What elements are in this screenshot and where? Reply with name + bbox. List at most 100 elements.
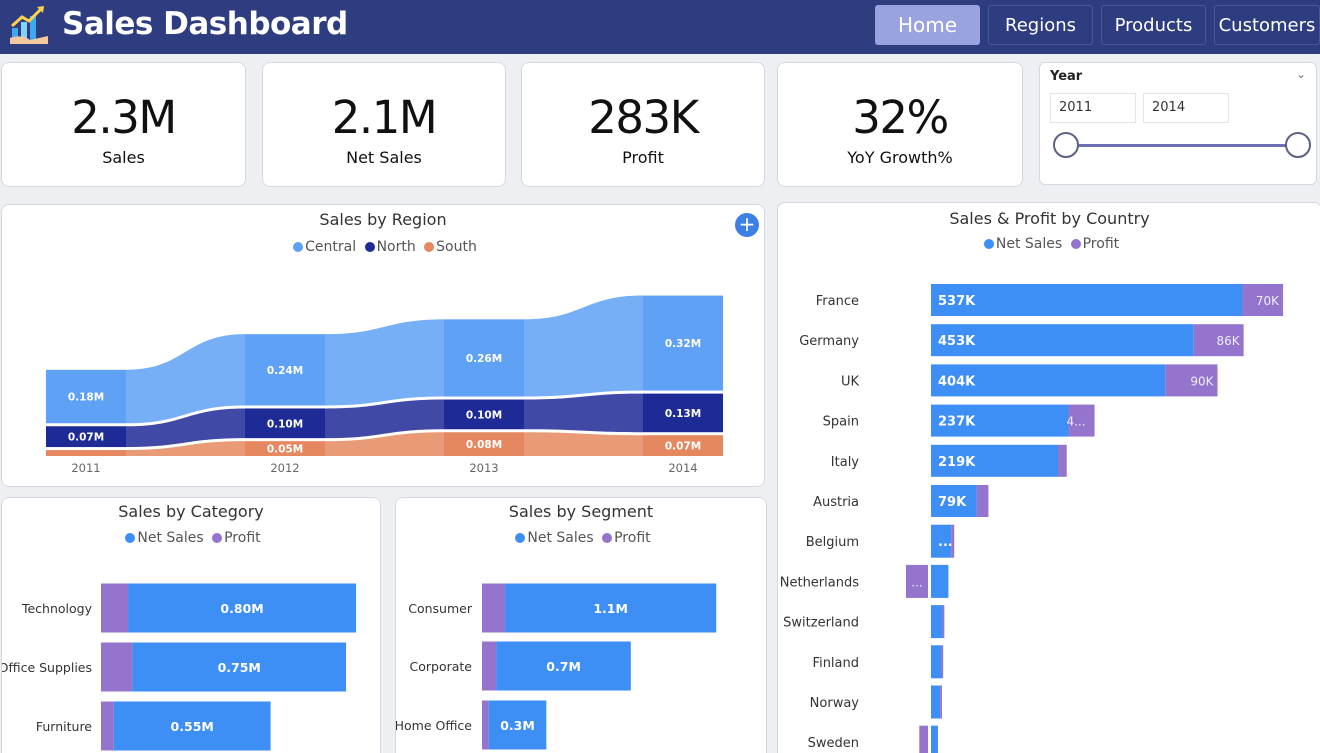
data-label: 0.07M bbox=[665, 441, 701, 453]
y-tick-label: UK bbox=[841, 374, 860, 389]
y-tick-label: Corporate bbox=[410, 659, 473, 674]
x-tick-label: 2011 bbox=[71, 461, 100, 475]
bar-net-sales-netherlands bbox=[931, 564, 949, 598]
bar-profit-belgium bbox=[951, 524, 955, 558]
x-tick-label: 2012 bbox=[270, 461, 299, 475]
y-tick-label: France bbox=[816, 294, 859, 309]
slicer-end-handle[interactable] bbox=[1285, 132, 1311, 158]
x-tick-label: 2013 bbox=[469, 461, 498, 475]
ribbon-south bbox=[524, 432, 643, 456]
nav-regions-button[interactable]: Regions bbox=[988, 5, 1093, 45]
data-label: 86K bbox=[1216, 334, 1240, 348]
slicer-title: Year bbox=[1050, 69, 1083, 84]
bar-net-sales-sweden bbox=[931, 725, 938, 753]
bar-profit-switzerland bbox=[942, 605, 945, 639]
bar-net-sales-switzerland bbox=[931, 605, 943, 639]
kpi-card-yoy-growth: 32% YoY Growth% bbox=[777, 62, 1023, 187]
bar-net-sales-norway bbox=[931, 685, 941, 719]
nav-home-button[interactable]: Home bbox=[875, 5, 980, 45]
data-label: ... bbox=[938, 535, 953, 550]
segment-bar-chart: Consumer 1.1M Corporate 0.7M Home Office 0.3M bbox=[396, 583, 717, 750]
data-label: 0.7M bbox=[546, 659, 581, 674]
kpi-label: Profit bbox=[622, 148, 664, 167]
data-label: 453K bbox=[938, 334, 976, 349]
data-label: 0.05M bbox=[267, 444, 303, 456]
y-tick-label: Furniture bbox=[36, 719, 92, 734]
data-label: 70K bbox=[1256, 294, 1280, 308]
slicer-track bbox=[1066, 144, 1298, 147]
y-tick-label: Office Supplies bbox=[2, 660, 92, 675]
bar-net-sales-finland bbox=[931, 645, 942, 679]
data-label: 404K bbox=[938, 374, 976, 389]
kpi-value: 2.1M bbox=[331, 91, 438, 144]
y-tick-label: Sweden bbox=[808, 736, 859, 751]
data-label: 4... bbox=[1066, 415, 1085, 429]
sales-by-segment-card: Sales by Segment Net Sales Profit Consum… bbox=[395, 497, 767, 753]
y-tick-label: Technology bbox=[21, 601, 93, 616]
x-tick-label: 2014 bbox=[668, 461, 697, 475]
bar-profit-home-office bbox=[482, 700, 489, 750]
kpi-label: Sales bbox=[102, 148, 145, 167]
ribbon-central bbox=[325, 319, 444, 406]
y-tick-label: Switzerland bbox=[783, 616, 859, 631]
bar-profit-technology bbox=[101, 583, 129, 633]
ribbon-central bbox=[524, 295, 643, 397]
data-label: 0.80M bbox=[220, 601, 263, 616]
year-to-input[interactable]: 2014 bbox=[1143, 93, 1229, 123]
kpi-value: 283K bbox=[588, 91, 699, 144]
bar-profit-office-supplies bbox=[101, 642, 133, 692]
kpi-label: YoY Growth% bbox=[847, 148, 953, 167]
bar-profit-furniture bbox=[101, 701, 114, 751]
data-label: 0.75M bbox=[218, 660, 261, 675]
data-label: 79K bbox=[938, 495, 967, 510]
bar-profit-consumer bbox=[482, 583, 506, 633]
y-tick-label: Netherlands bbox=[780, 575, 859, 590]
bar-profit-corporate bbox=[482, 641, 497, 691]
bar-profit-norway bbox=[940, 685, 943, 719]
data-label: 0.08M bbox=[466, 439, 502, 451]
data-label: 0.10M bbox=[466, 409, 502, 421]
data-label: 0.55M bbox=[171, 719, 214, 734]
slicer-start-handle[interactable] bbox=[1053, 132, 1079, 158]
y-tick-label: Italy bbox=[831, 455, 860, 470]
kpi-card-sales: 2.3M Sales bbox=[1, 62, 246, 187]
kpi-value: 32% bbox=[852, 91, 949, 144]
bar-profit-austria bbox=[976, 485, 989, 517]
kpi-label: Net Sales bbox=[346, 148, 422, 167]
y-tick-label: Home Office bbox=[396, 718, 472, 733]
y-tick-label: Austria bbox=[813, 495, 859, 510]
data-label: 1.1M bbox=[593, 601, 628, 616]
data-label: 219K bbox=[938, 455, 976, 470]
sales-profit-by-country-card: Sales & Profit by Country Net Sales Prof… bbox=[777, 202, 1320, 753]
kpi-card-profit: 283K Profit bbox=[521, 62, 765, 187]
bar-profit-italy bbox=[1058, 444, 1067, 477]
y-tick-label: Spain bbox=[823, 415, 859, 430]
data-label: 0.18M bbox=[68, 392, 104, 404]
ribbon-north bbox=[524, 393, 643, 433]
y-tick-label: Consumer bbox=[408, 601, 473, 616]
data-label: 0.32M bbox=[665, 338, 701, 350]
data-label: 90K bbox=[1190, 374, 1214, 388]
sales-by-region-card: Sales by Region Central North South + 0.… bbox=[1, 204, 765, 487]
data-label: 0.3M bbox=[500, 718, 535, 733]
nav-customers-button[interactable]: Customers bbox=[1214, 5, 1320, 45]
y-tick-label: Finland bbox=[813, 656, 859, 671]
nav-products-button[interactable]: Products bbox=[1101, 5, 1206, 45]
y-tick-label: Germany bbox=[799, 334, 859, 349]
app-title: Sales Dashboard bbox=[62, 6, 348, 42]
bar-profit-finland bbox=[941, 645, 944, 679]
data-label: 537K bbox=[938, 294, 976, 309]
sales-by-category-card: Sales by Category Net Sales Profit Techn… bbox=[1, 497, 381, 753]
data-label: 0.07M bbox=[68, 432, 104, 444]
growth-chart-icon bbox=[10, 6, 48, 44]
year-from-input[interactable]: 2011 bbox=[1050, 93, 1136, 123]
y-tick-label: Norway bbox=[810, 696, 860, 711]
data-label: 0.26M bbox=[466, 353, 502, 365]
y-tick-label: Belgium bbox=[806, 535, 859, 550]
top-bar: Sales Dashboard Home Regions Products Cu… bbox=[0, 0, 1320, 54]
bar-south-2011 bbox=[46, 450, 126, 456]
bar-profit-sweden bbox=[919, 725, 928, 753]
year-slicer: Year ⌄ 2011 2014 bbox=[1039, 62, 1317, 185]
chevron-down-icon[interactable]: ⌄ bbox=[1296, 67, 1306, 81]
region-ribbon-chart: 0.05M 0.08M 0.07M 0.07M 0.10M 0.10M 0.13M 0.18M… bbox=[46, 295, 723, 475]
